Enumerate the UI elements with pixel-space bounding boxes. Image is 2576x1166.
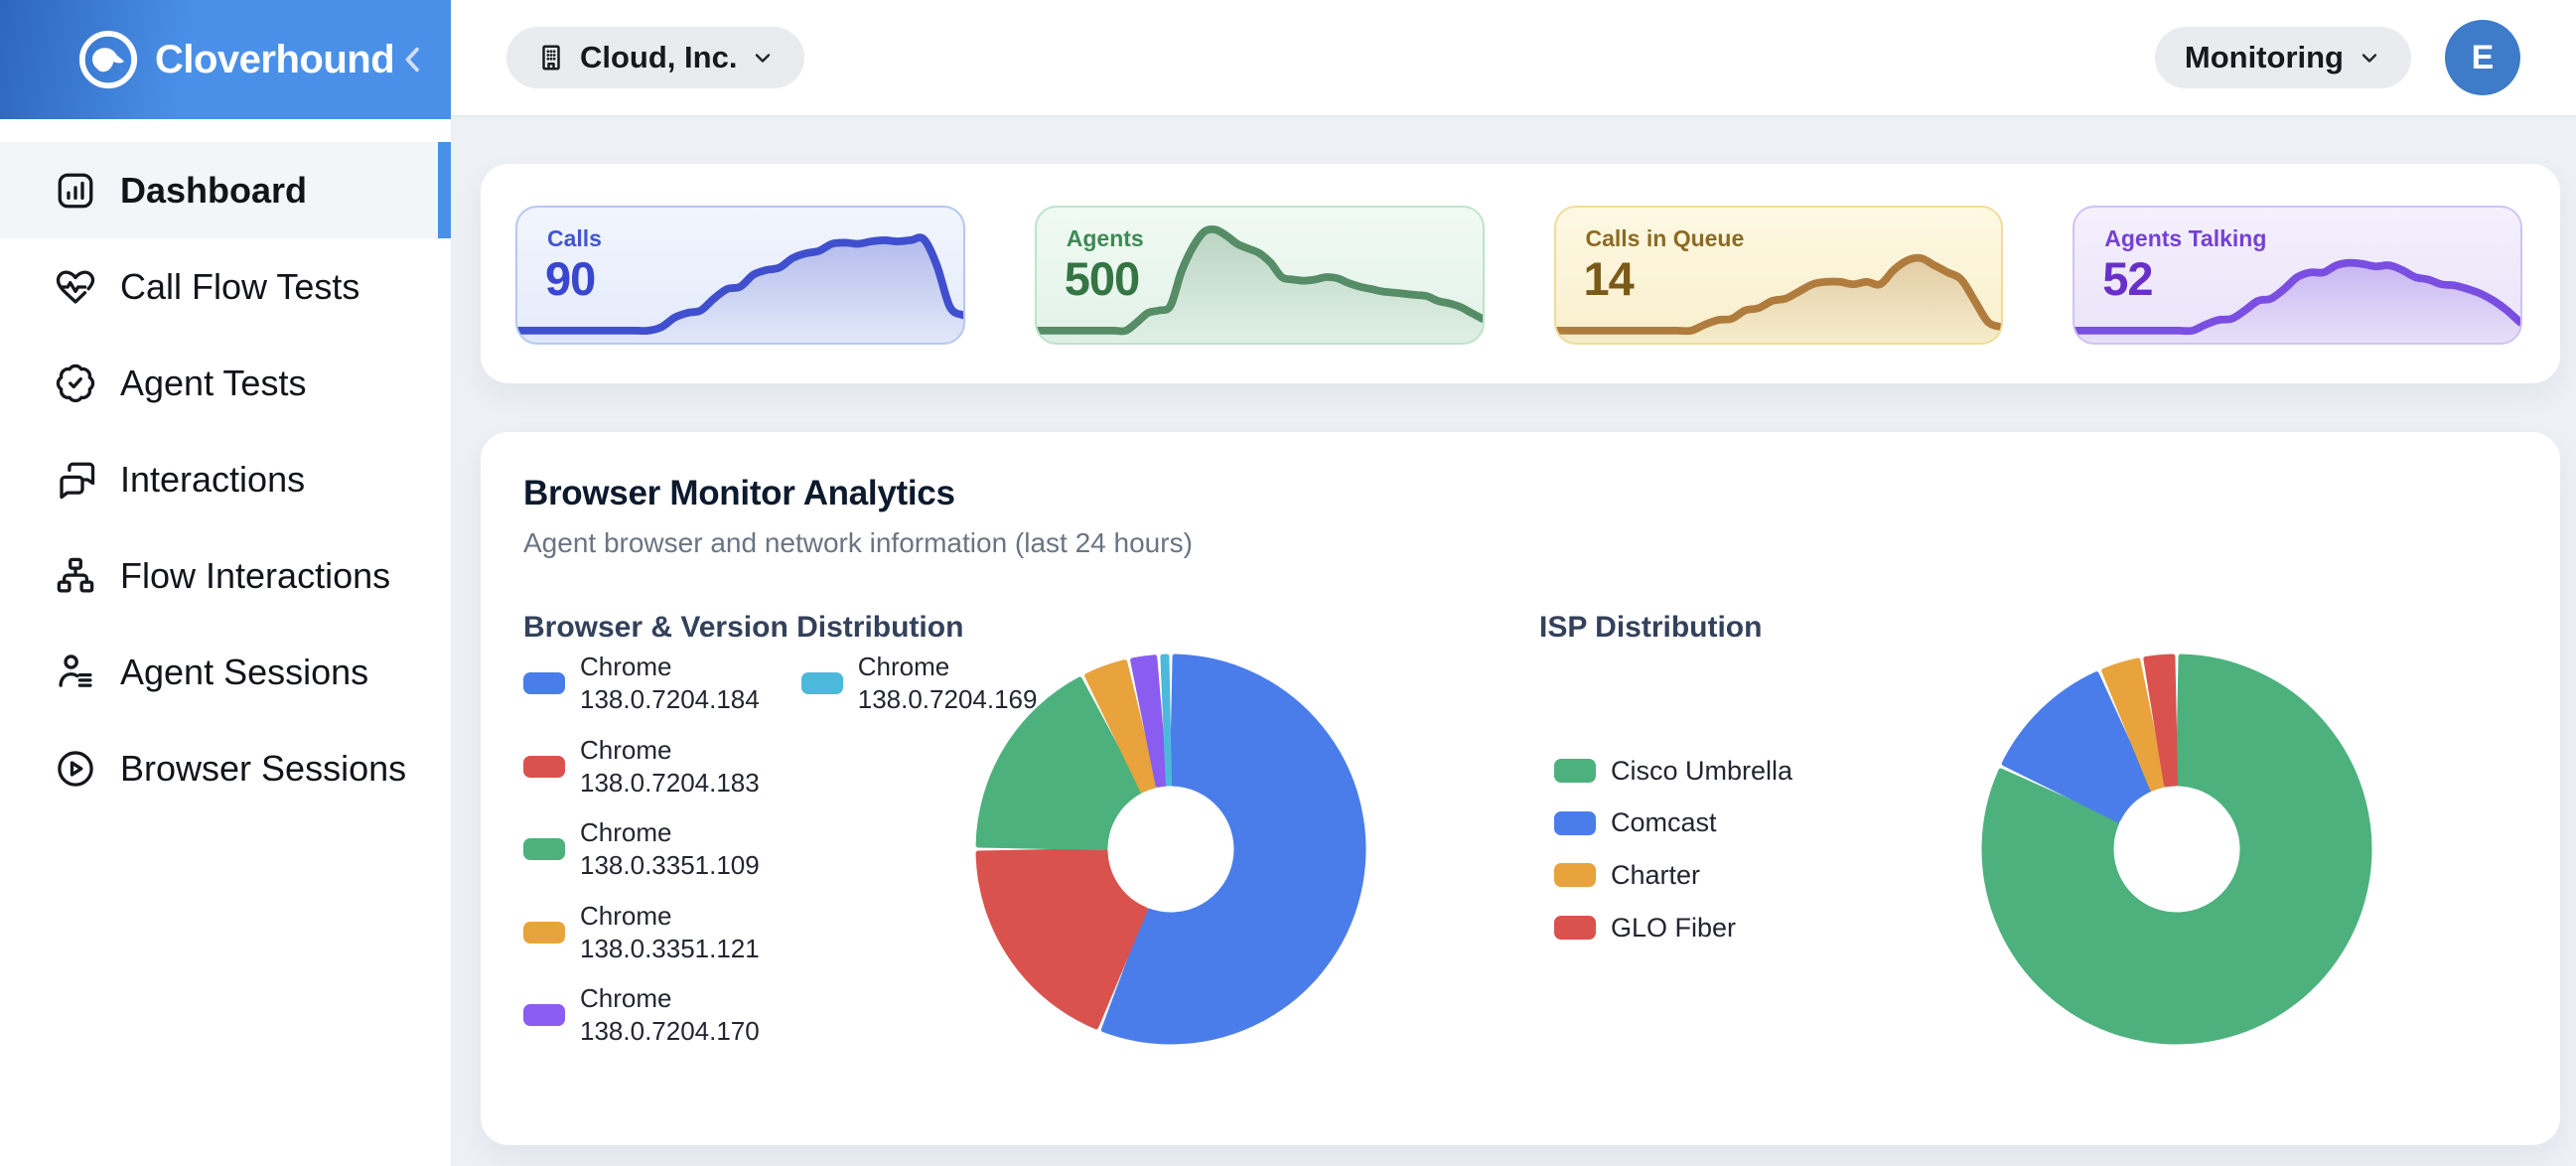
- sidebar-item-label: Dashboard: [120, 170, 307, 212]
- browser-distribution-section: Browser & Version Distribution Chrome138…: [523, 611, 1539, 1049]
- stat-label: Agents Talking: [2104, 225, 2266, 252]
- isp-donut-legend: Cisco Umbrella Comcast Charter GLO Fiber: [1539, 754, 1867, 945]
- browser-distribution-heading: Browser & Version Distribution: [523, 611, 1539, 645]
- stat-card-agents-talking: Agents Talking 52: [2073, 206, 2522, 345]
- browser-donut-legend: Chrome138.0.7204.184 Chrome138.0.7204.18…: [523, 651, 972, 1049]
- legend-label: Chrome138.0.7204.183: [580, 734, 760, 801]
- legend-label: Cisco Umbrella: [1611, 754, 1792, 789]
- sidebar-item-browser-sessions[interactable]: Browser Sessions: [0, 720, 451, 816]
- sidebar-item-label: Agent Sessions: [120, 652, 368, 693]
- legend-label: Chrome138.0.3351.121: [580, 900, 760, 966]
- main-area: Cloud, Inc. Monitoring E: [451, 0, 2576, 1166]
- badge-check-icon: [55, 363, 96, 404]
- legend-color-chip: [523, 1004, 565, 1026]
- bar-chart-icon: [55, 170, 96, 212]
- org-selector[interactable]: Cloud, Inc.: [506, 27, 804, 88]
- sidebar-item-interactions[interactable]: Interactions: [0, 431, 451, 527]
- sidebar-item-flow-interactions[interactable]: Flow Interactions: [0, 527, 451, 624]
- building-icon: [536, 43, 566, 73]
- sidebar-item-label: Interactions: [120, 459, 305, 501]
- topbar-right: Monitoring E: [2155, 20, 2520, 95]
- isp-distribution-section: ISP Distribution Cisco Umbrella Comcast …: [1539, 611, 2560, 1049]
- stat-value: 500: [1065, 251, 1139, 306]
- sidebar-nav: Dashboard Call Flow Tests Agent Tests In…: [0, 119, 451, 816]
- heart-pulse-icon: [55, 266, 96, 308]
- mode-selector[interactable]: Monitoring: [2155, 27, 2411, 88]
- sidebar-item-label: Agent Tests: [120, 363, 306, 404]
- sidebar-header: Cloverhound: [0, 0, 451, 119]
- stat-card-calls: Calls 90: [515, 206, 965, 345]
- legend-color-chip: [523, 672, 565, 694]
- charts-row: Browser & Version Distribution Chrome138…: [523, 611, 2560, 1049]
- legend-item-cisco-umbrella[interactable]: Cisco Umbrella: [1554, 754, 1867, 789]
- stat-cards-panel: Calls 90 Agents 500 Calls in Queue 14: [481, 164, 2560, 383]
- legend-label: Charter: [1611, 858, 1700, 893]
- sidebar: Cloverhound Dashboard Call Flow Tests Ag…: [0, 0, 451, 1166]
- user-avatar[interactable]: E: [2445, 20, 2520, 95]
- isp-donut-chart: [1978, 651, 2375, 1048]
- legend-item-chrome-138-0-7204-183[interactable]: Chrome138.0.7204.183: [523, 734, 760, 801]
- isp-distribution-heading: ISP Distribution: [1539, 611, 2560, 645]
- legend-label: Comcast: [1611, 805, 1717, 840]
- sidebar-item-agent-tests[interactable]: Agent Tests: [0, 335, 451, 431]
- org-selector-label: Cloud, Inc.: [580, 40, 737, 75]
- legend-label: Chrome138.0.7204.184: [580, 651, 760, 717]
- sitemap-icon: [55, 555, 96, 597]
- mode-selector-label: Monitoring: [2185, 40, 2344, 75]
- panel-subtitle: Agent browser and network information (l…: [523, 527, 2560, 559]
- topbar: Cloud, Inc. Monitoring E: [451, 0, 2576, 117]
- panel-title: Browser Monitor Analytics: [523, 474, 2560, 513]
- stat-value: 90: [545, 251, 595, 306]
- legend-item-glo-fiber[interactable]: GLO Fiber: [1554, 911, 1867, 946]
- legend-item-chrome-138-0-3351-109[interactable]: Chrome138.0.3351.109: [523, 816, 760, 883]
- legend-item-chrome-138-0-7204-184[interactable]: Chrome138.0.7204.184: [523, 651, 760, 717]
- browser-donut-chart: [972, 651, 1369, 1048]
- sidebar-item-label: Call Flow Tests: [120, 266, 359, 308]
- legend-label: Chrome138.0.3351.109: [580, 816, 760, 883]
- stat-card-agents: Agents 500: [1035, 206, 1485, 345]
- brand-name: Cloverhound: [155, 38, 394, 82]
- browser-monitor-analytics-panel: Browser Monitor Analytics Agent browser …: [481, 432, 2560, 1145]
- legend-color-chip: [1554, 916, 1596, 940]
- sidebar-item-dashboard[interactable]: Dashboard: [0, 142, 451, 238]
- sidebar-item-call-flow-tests[interactable]: Call Flow Tests: [0, 238, 451, 335]
- sidebar-item-agent-sessions[interactable]: Agent Sessions: [0, 624, 451, 720]
- legend-item-charter[interactable]: Charter: [1554, 858, 1867, 893]
- sidebar-item-label: Flow Interactions: [120, 555, 390, 597]
- chevron-down-icon: [751, 46, 775, 70]
- cloverhound-logo-icon: [77, 29, 139, 90]
- stat-label: Agents: [1067, 225, 1144, 252]
- legend-color-chip: [523, 922, 565, 944]
- legend-color-chip: [523, 756, 565, 778]
- legend-color-chip: [1554, 759, 1596, 783]
- stat-card-calls-in-queue: Calls in Queue 14: [1554, 206, 2004, 345]
- play-circle-icon: [55, 748, 96, 790]
- legend-color-chip: [801, 672, 843, 694]
- stat-label: Calls: [547, 225, 602, 252]
- stat-value: 14: [1584, 251, 1634, 306]
- stat-value: 52: [2102, 251, 2152, 306]
- page-content: Calls 90 Agents 500 Calls in Queue 14: [451, 117, 2576, 1145]
- sidebar-collapse-icon[interactable]: [394, 40, 432, 79]
- legend-label: Chrome138.0.7204.170: [580, 982, 760, 1049]
- browser-distribution-chart: Chrome138.0.7204.184 Chrome138.0.7204.18…: [523, 651, 1539, 1049]
- legend-color-chip: [523, 838, 565, 860]
- legend-label: GLO Fiber: [1611, 911, 1736, 946]
- chat-bubbles-icon: [55, 459, 96, 501]
- legend-item-chrome-138-0-3351-121[interactable]: Chrome138.0.3351.121: [523, 900, 760, 966]
- isp-distribution-chart: Cisco Umbrella Comcast Charter GLO Fiber: [1539, 651, 2560, 1048]
- legend-item-chrome-138-0-7204-170[interactable]: Chrome138.0.7204.170: [523, 982, 760, 1049]
- legend-color-chip: [1554, 863, 1596, 887]
- chevron-down-icon: [2358, 46, 2381, 70]
- user-list-icon: [55, 652, 96, 693]
- legend-color-chip: [1554, 811, 1596, 835]
- sidebar-item-label: Browser Sessions: [120, 748, 406, 790]
- legend-item-comcast[interactable]: Comcast: [1554, 805, 1867, 840]
- stat-label: Calls in Queue: [1586, 225, 1745, 252]
